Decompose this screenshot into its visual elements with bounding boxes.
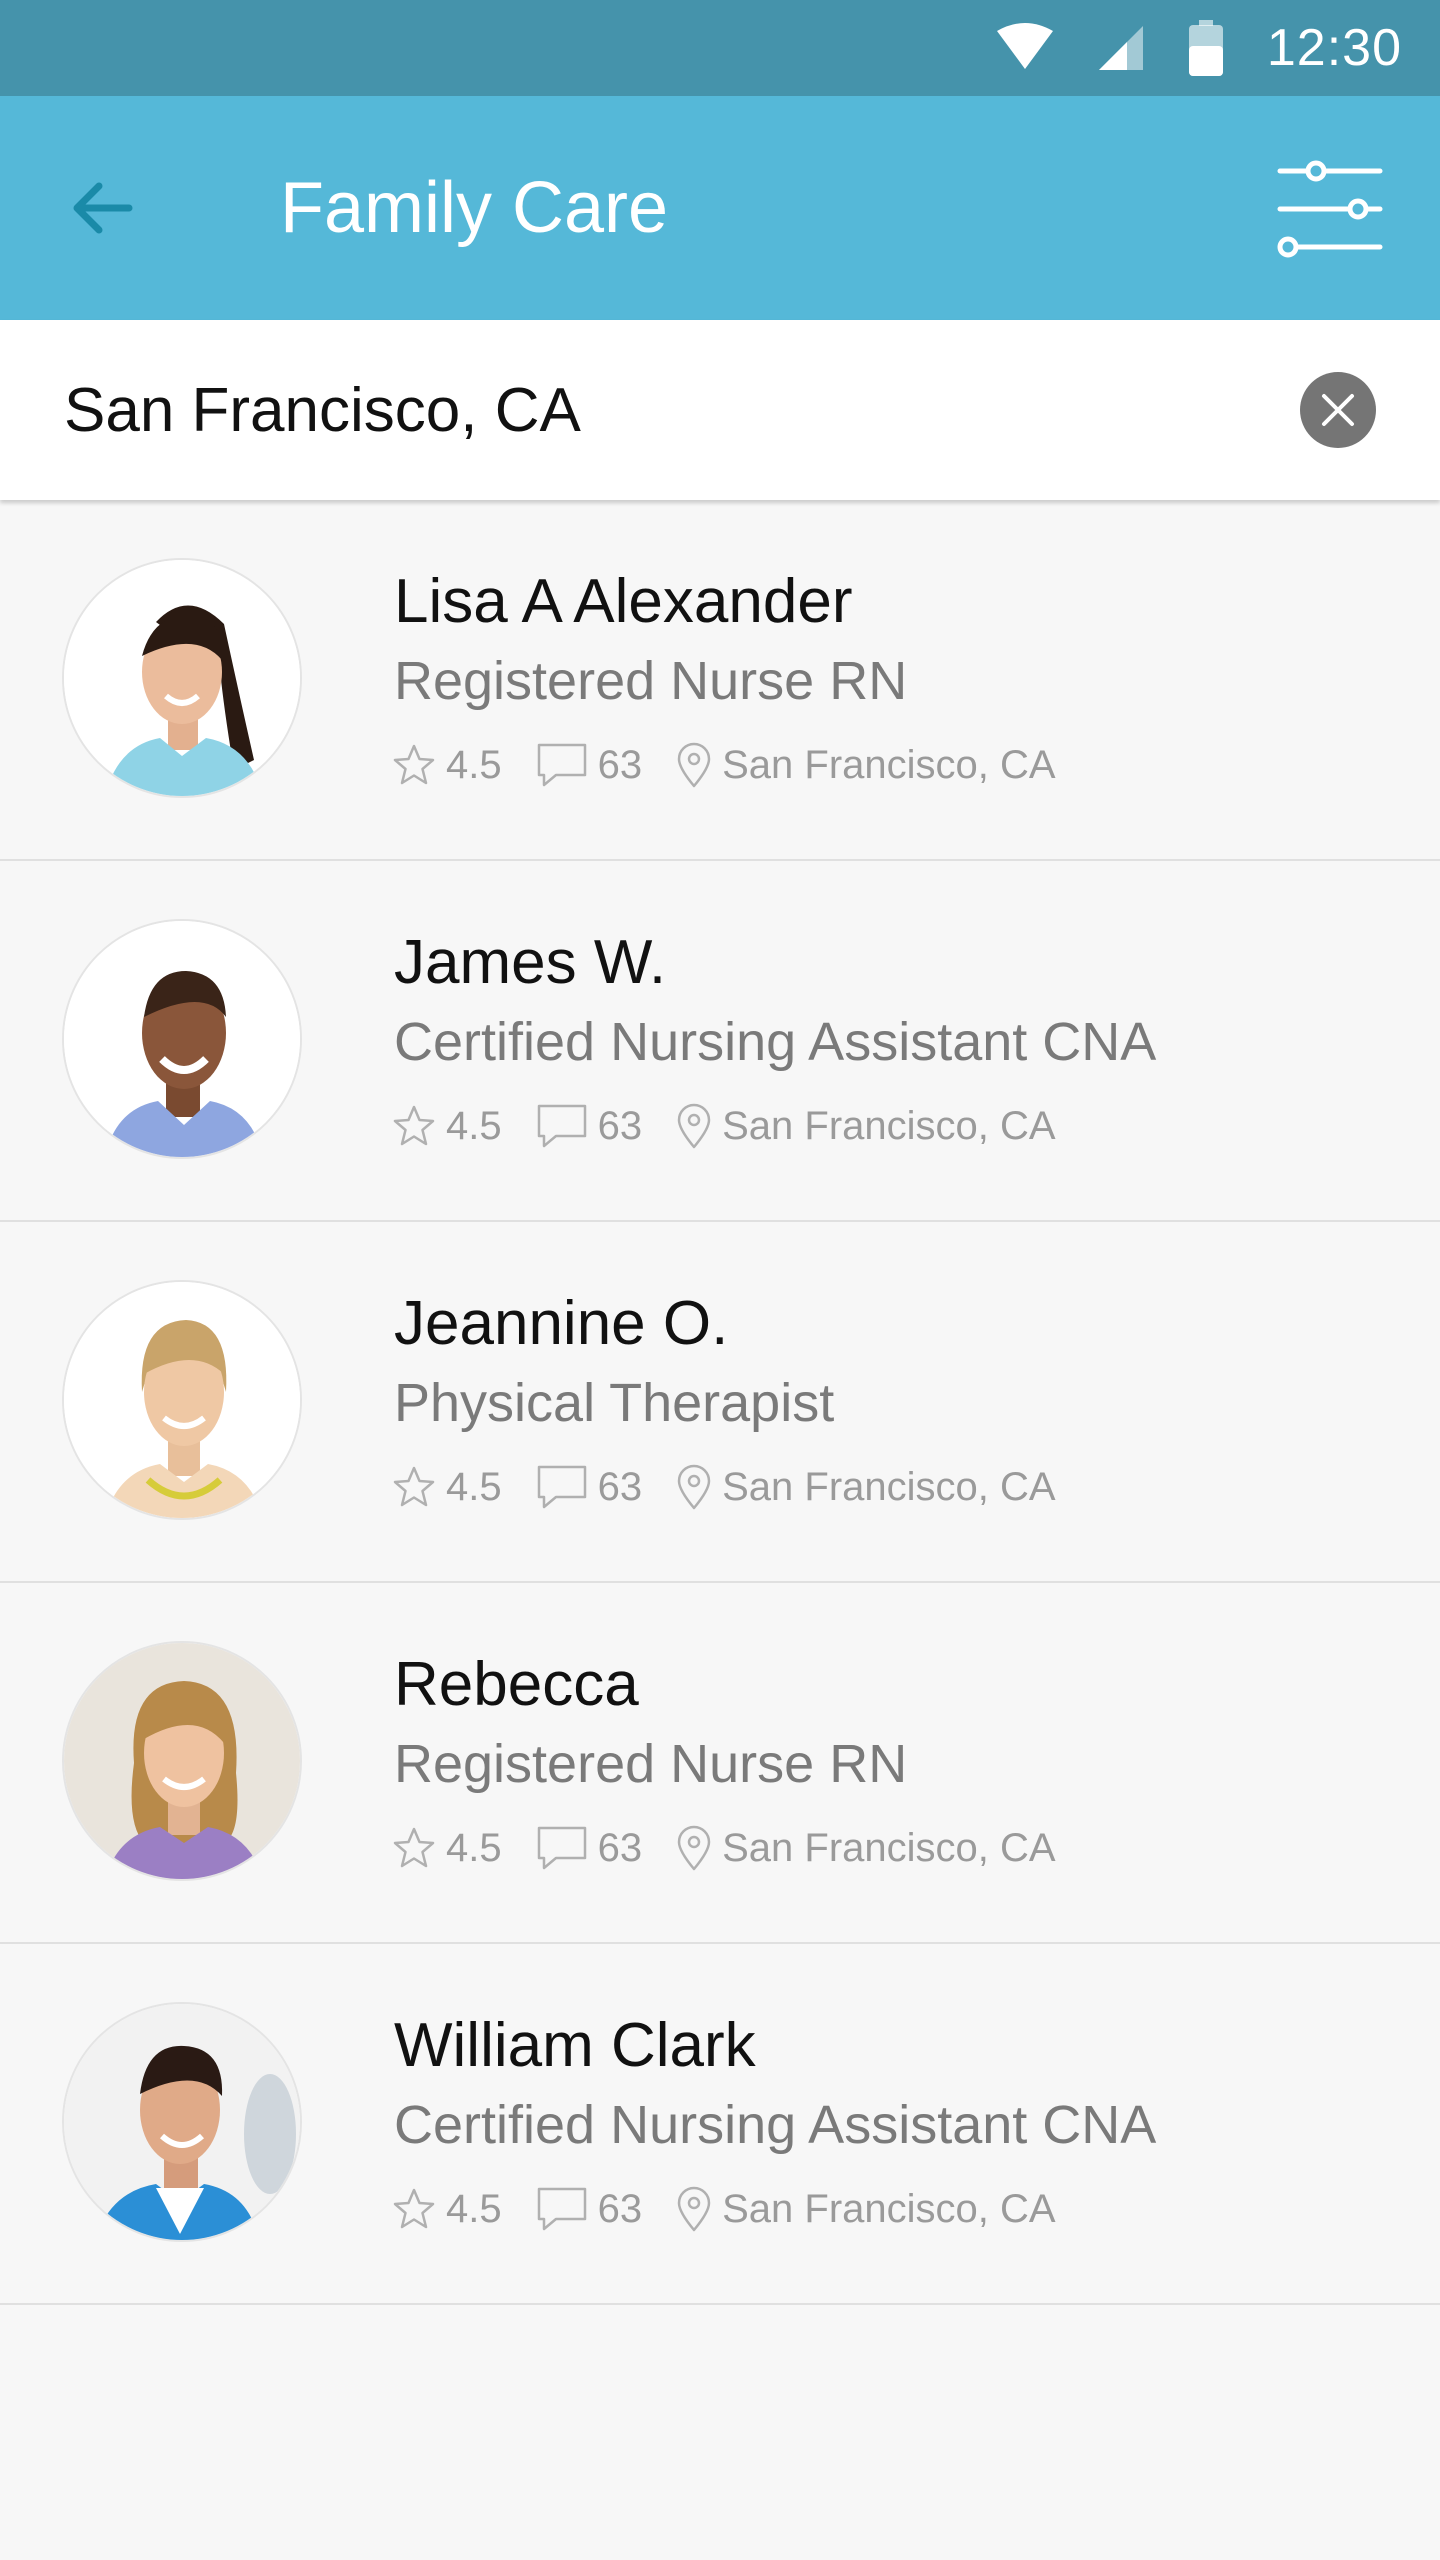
caregiver-name: Jeannine O. <box>394 1289 729 1358</box>
location-pin-icon <box>676 1464 712 1510</box>
comment-icon <box>536 2186 588 2232</box>
close-icon <box>1322 394 1354 426</box>
wifi-icon <box>996 23 1053 73</box>
caregiver-list-item[interactable]: Lisa A Alexander Registered Nurse RN 4.5… <box>0 500 1440 861</box>
caregiver-name: William Clark <box>394 2011 756 2080</box>
location-text: San Francisco, CA <box>722 742 1056 787</box>
comment-icon <box>536 1103 588 1149</box>
back-button[interactable] <box>54 160 150 256</box>
star-icon <box>392 1465 436 1509</box>
caregiver-list-item[interactable]: James W. Certified Nursing Assistant CNA… <box>0 861 1440 1222</box>
caregiver-list-item[interactable]: Jeannine O. Physical Therapist 4.5 63 Sa… <box>0 1222 1440 1583</box>
rating-value: 4.5 <box>446 2186 502 2231</box>
filter-sliders-icon <box>1277 160 1383 258</box>
location-pin-icon <box>676 1825 712 1871</box>
rating-value: 4.5 <box>446 1825 502 1870</box>
avatar <box>62 1280 302 1520</box>
status-time: 12:30 <box>1266 19 1402 77</box>
battery-icon <box>1188 20 1223 76</box>
review-count: 63 <box>597 1464 643 1509</box>
review-count: 63 <box>597 1825 643 1870</box>
star-icon <box>392 1826 436 1870</box>
app-bar: Family Care <box>0 96 1440 320</box>
location-text: San Francisco, CA <box>722 2186 1056 2231</box>
filter-button[interactable] <box>1270 154 1390 264</box>
caregiver-list-item[interactable]: William Clark Certified Nursing Assistan… <box>0 1944 1440 2305</box>
status-bar: 12:30 <box>0 0 1440 96</box>
location-text: San Francisco, CA <box>722 1103 1056 1148</box>
caregiver-list: Lisa A Alexander Registered Nurse RN 4.5… <box>0 500 1440 2305</box>
avatar <box>62 2002 302 2242</box>
rating-value: 4.5 <box>446 1464 502 1509</box>
caregiver-list-item[interactable]: Rebecca Registered Nurse RN 4.5 63 San F… <box>0 1583 1440 1944</box>
star-icon <box>392 743 436 787</box>
cell-signal-icon <box>1097 24 1145 72</box>
star-icon <box>392 2187 436 2231</box>
caregiver-meta: 4.5 63 San Francisco, CA <box>392 1099 1090 1153</box>
page-title: Family Care <box>280 168 669 248</box>
search-bar <box>0 320 1440 500</box>
location-pin-icon <box>676 1103 712 1149</box>
caregiver-role: Registered Nurse RN <box>394 1734 908 1794</box>
clear-search-button[interactable] <box>1300 372 1376 448</box>
comment-icon <box>536 1464 588 1510</box>
caregiver-name: Rebecca <box>394 1650 639 1719</box>
review-count: 63 <box>597 2186 643 2231</box>
caregiver-meta: 4.5 63 San Francisco, CA <box>392 1821 1090 1875</box>
comment-icon <box>536 742 588 788</box>
caregiver-meta: 4.5 63 San Francisco, CA <box>392 2182 1090 2236</box>
caregiver-role: Registered Nurse RN <box>394 651 908 711</box>
rating-value: 4.5 <box>446 742 502 787</box>
caregiver-name: James W. <box>394 928 667 997</box>
location-pin-icon <box>676 2186 712 2232</box>
caregiver-role: Certified Nursing Assistant CNA <box>394 1012 1157 1072</box>
avatar <box>62 1641 302 1881</box>
location-search-input[interactable] <box>64 360 1264 460</box>
arrow-left-icon <box>73 182 133 234</box>
caregiver-meta: 4.5 63 San Francisco, CA <box>392 738 1090 792</box>
avatar <box>62 558 302 798</box>
location-text: San Francisco, CA <box>722 1825 1056 1870</box>
review-count: 63 <box>597 742 643 787</box>
location-text: San Francisco, CA <box>722 1464 1056 1509</box>
star-icon <box>392 1104 436 1148</box>
caregiver-role: Certified Nursing Assistant CNA <box>394 2095 1157 2155</box>
caregiver-role: Physical Therapist <box>394 1373 835 1433</box>
location-pin-icon <box>676 742 712 788</box>
avatar <box>62 919 302 1159</box>
rating-value: 4.5 <box>446 1103 502 1148</box>
caregiver-name: Lisa A Alexander <box>394 567 853 636</box>
caregiver-meta: 4.5 63 San Francisco, CA <box>392 1460 1090 1514</box>
comment-icon <box>536 1825 588 1871</box>
review-count: 63 <box>597 1103 643 1148</box>
